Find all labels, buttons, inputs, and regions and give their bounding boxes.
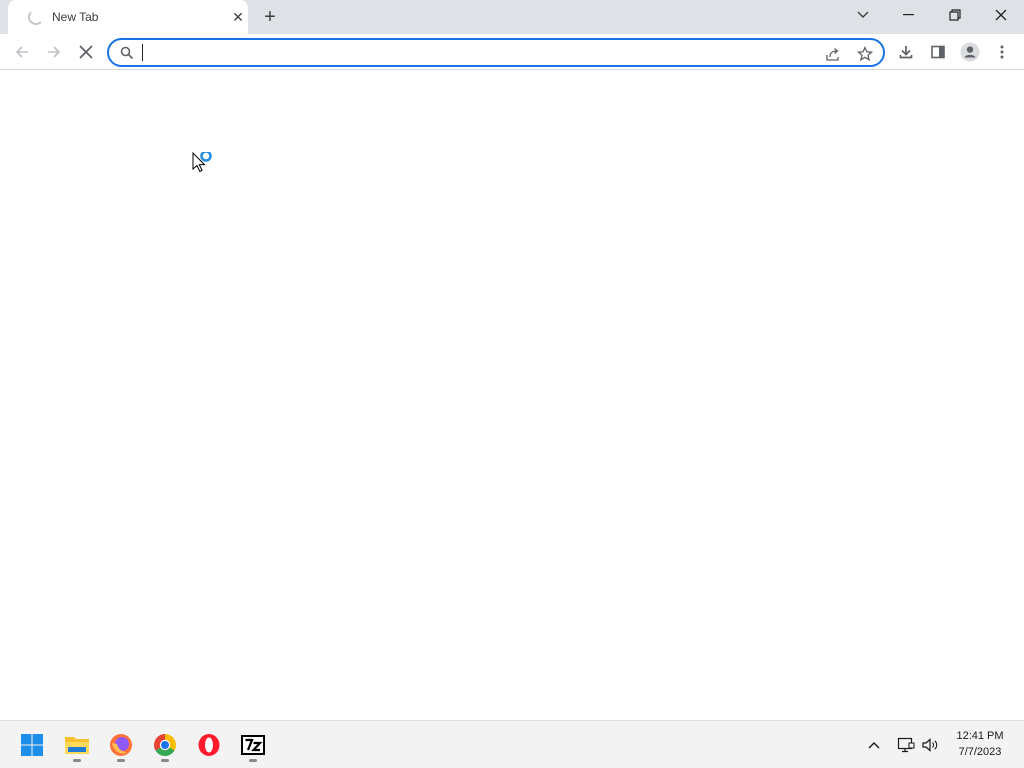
restore-button[interactable] <box>932 0 978 30</box>
text-caret <box>142 44 143 61</box>
new-tab-button[interactable]: + <box>258 5 282 29</box>
address-bar[interactable] <box>107 38 885 67</box>
running-indicator <box>117 759 125 762</box>
tab-title: New Tab <box>52 10 99 24</box>
arrow-right-icon <box>48 46 61 58</box>
taskbar-firefox[interactable] <box>103 727 139 763</box>
firefox-icon <box>110 734 132 756</box>
tab-search-button[interactable] <box>840 0 886 30</box>
running-indicator <box>249 759 257 762</box>
start-button[interactable] <box>14 727 50 763</box>
clock-time: 12:41 PM <box>956 730 1004 742</box>
show-hidden-icons-button[interactable] <box>864 735 884 755</box>
tab-new-tab[interactable]: New Tab ✕ <box>8 0 248 34</box>
profile-button[interactable] <box>956 38 984 66</box>
chrome-icon <box>154 734 176 756</box>
restore-icon <box>949 9 961 21</box>
chevron-up-icon <box>868 742 880 749</box>
search-icon <box>120 46 134 60</box>
download-icon <box>899 46 913 59</box>
more-vert-icon <box>1000 45 1004 59</box>
minimize-button[interactable] <box>886 0 932 30</box>
close-icon <box>79 45 93 59</box>
system-clock[interactable]: 12:41 PM 7/7/2023 <box>946 728 1014 760</box>
screen: New Tab ✕ + 12:41 PM 7/7/2023 <box>0 0 1024 768</box>
windows-start-icon <box>21 734 43 756</box>
running-indicator <box>73 759 81 762</box>
side-panel-button[interactable] <box>924 38 952 66</box>
arrow-left-icon <box>15 46 28 58</box>
opera-icon <box>198 734 220 756</box>
menu-button[interactable] <box>988 38 1016 66</box>
bookmark-button[interactable] <box>855 44 875 64</box>
volume-control[interactable] <box>920 735 940 755</box>
back-button[interactable] <box>8 38 36 66</box>
busy-cursor-icon <box>192 152 212 173</box>
close-icon <box>995 9 1007 21</box>
close-tab-icon[interactable]: ✕ <box>230 9 246 25</box>
clock-date: 7/7/2023 <box>958 746 1002 758</box>
page-content <box>0 71 1024 720</box>
stop-loading-button[interactable] <box>72 38 100 66</box>
taskbar-chrome[interactable] <box>147 727 183 763</box>
taskbar-file-explorer[interactable] <box>59 727 95 763</box>
network-icon <box>897 737 915 753</box>
avatar-icon <box>960 42 980 62</box>
close-window-button[interactable] <box>978 0 1024 30</box>
side-panel-icon <box>931 45 945 59</box>
taskbar-7zip[interactable] <box>235 727 271 763</box>
star-icon <box>857 46 873 62</box>
7zip-icon <box>241 735 265 755</box>
share-button[interactable] <box>823 44 843 64</box>
folder-icon <box>65 737 89 754</box>
taskbar: 12:41 PM 7/7/2023 <box>0 720 1024 768</box>
speaker-icon <box>922 738 938 752</box>
address-input[interactable] <box>141 42 801 63</box>
share-icon <box>826 48 839 61</box>
loading-spinner-icon <box>28 9 44 25</box>
chevron-down-icon <box>857 11 869 18</box>
browser-toolbar <box>0 34 1024 70</box>
tab-strip: New Tab ✕ + <box>0 0 1024 34</box>
taskbar-opera[interactable] <box>191 727 227 763</box>
minimize-icon <box>903 14 914 16</box>
network-status[interactable] <box>896 735 916 755</box>
running-indicator <box>161 759 169 762</box>
forward-button[interactable] <box>40 38 68 66</box>
downloads-button[interactable] <box>892 38 920 66</box>
